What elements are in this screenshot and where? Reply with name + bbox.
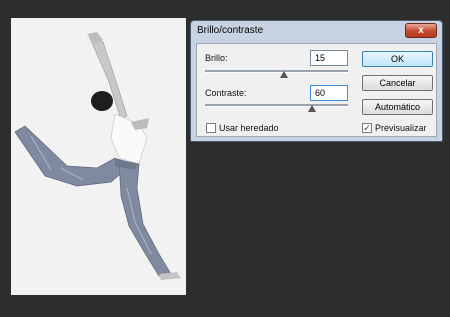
- image-canvas[interactable]: [11, 18, 186, 295]
- close-button[interactable]: x: [405, 23, 437, 38]
- brightness-slider-thumb[interactable]: [279, 71, 288, 78]
- dialog-title: Brillo/contraste: [197, 25, 264, 36]
- brightness-label: Brillo:: [205, 53, 228, 63]
- dancer-photo: [14, 32, 181, 280]
- dialog-client: Brillo: 15 Contraste: 60 Usar heredado O…: [196, 43, 437, 137]
- contrast-input[interactable]: 60: [310, 85, 348, 101]
- brightness-contrast-dialog: Brillo/contraste x Brillo: 15 Contraste:…: [190, 20, 443, 142]
- contrast-slider-thumb[interactable]: [308, 105, 317, 112]
- legacy-label: Usar heredado: [219, 123, 279, 133]
- legacy-checkbox[interactable]: [206, 123, 216, 133]
- brightness-slider-track[interactable]: [205, 70, 348, 73]
- contrast-slider-track[interactable]: [205, 104, 348, 107]
- contrast-label: Contraste:: [205, 88, 247, 98]
- ok-button[interactable]: OK: [362, 51, 433, 67]
- dialog-titlebar[interactable]: Brillo/contraste x: [191, 21, 442, 43]
- preview-label: Previsualizar: [375, 123, 427, 133]
- checkmark-icon: ✓: [363, 123, 371, 133]
- close-icon: x: [418, 25, 424, 36]
- cancel-button[interactable]: Cancelar: [362, 75, 433, 91]
- brightness-input[interactable]: 15: [310, 50, 348, 66]
- auto-button[interactable]: Automático: [362, 99, 433, 115]
- preview-checkbox[interactable]: ✓: [362, 123, 372, 133]
